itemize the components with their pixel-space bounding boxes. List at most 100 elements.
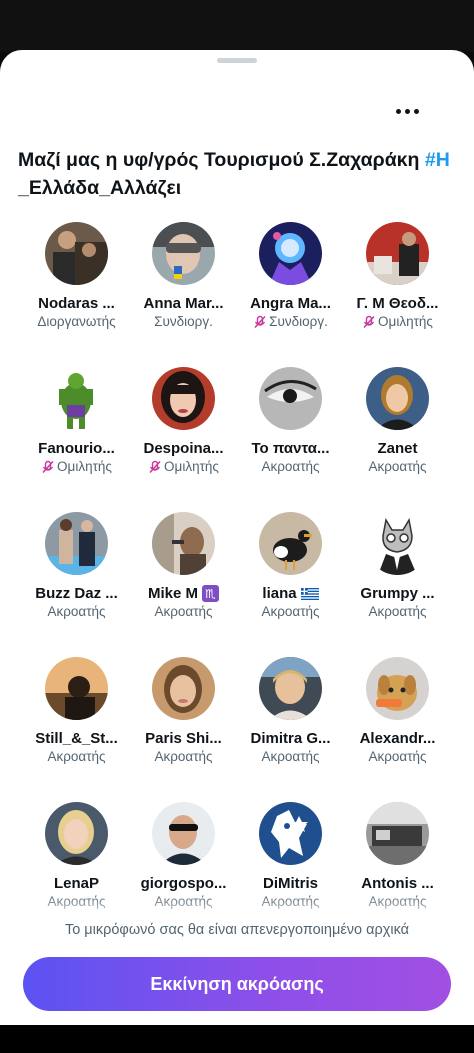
participant-role-text: Ακροατής — [47, 749, 106, 764]
participant-name-text: Zanet — [377, 440, 418, 457]
participant-name-text: Fanourio... — [38, 440, 115, 457]
participant-role: Ακροατής — [261, 749, 319, 764]
avatar — [152, 657, 215, 720]
participant-role: Ακροατής — [47, 604, 105, 619]
start-listening-button[interactable]: Εκκίνηση ακρόασης — [23, 957, 451, 1011]
mic-off-icon — [363, 315, 375, 328]
more-dots-icon — [404, 108, 410, 114]
participant-name-text: Anna Mar... — [143, 295, 224, 312]
participant-role: Ακροατής — [261, 459, 319, 474]
participant-name: Γ. Μ Θεοδ... — [357, 295, 439, 312]
space-title-main: Μαζί μας η υφ/γρός Τουρισμού Σ.Ζαχαράκη — [18, 149, 425, 171]
participant-item[interactable]: Γ. Μ Θεοδ... Ομιλητής — [344, 220, 451, 347]
participant-role: Ακροατής — [154, 604, 212, 619]
participant-role-text: Ακροατής — [261, 459, 320, 474]
participant-item[interactable]: Grumpy ... Ακροατής — [344, 510, 451, 637]
participant-name: Anna Mar... — [143, 295, 223, 312]
avatar — [366, 657, 429, 720]
participant-role: Ακροατής — [368, 459, 426, 474]
participant-name-text: Angra Ma... — [250, 295, 331, 312]
more-options-button[interactable] — [390, 100, 424, 122]
participant-item[interactable]: Το παντα... Ακροατής — [237, 365, 344, 492]
participant-role-text: Ακροατής — [154, 749, 213, 764]
participant-name-text: Antonis ... — [361, 875, 434, 892]
participant-name: Fanourio... — [38, 440, 115, 457]
participant-name: LenaP — [54, 875, 99, 892]
participant-role-text: Ακροατής — [368, 749, 427, 764]
participant-name-text: Mike M — [147, 585, 198, 602]
participant-item[interactable]: Angra Ma... Συνδιοργ. — [237, 220, 344, 347]
participant-name: Angra Ma... — [250, 295, 331, 312]
participant-role: Ακροατής — [154, 749, 212, 764]
participant-role: Ομιλητής — [41, 459, 112, 474]
participant-role-text: Συνδιοργ. — [154, 314, 213, 329]
avatar — [45, 512, 108, 575]
participant-role: Συνδιοργ. — [253, 314, 328, 329]
space-title-rest: _Ελλάδα_Αλλάζει — [18, 177, 182, 199]
list-fade — [0, 895, 474, 920]
participant-name: Paris Shi... — [145, 730, 222, 747]
avatar — [366, 222, 429, 285]
avatar — [152, 512, 215, 575]
more-dots-icon — [413, 108, 419, 114]
participant-role-text: Ομιλητής — [164, 459, 219, 474]
participant-name: Still_&_St... — [35, 730, 118, 747]
participant-item[interactable]: Dimitra G... Ακροατής — [237, 655, 344, 782]
avatar — [259, 657, 322, 720]
avatar — [45, 802, 108, 865]
avatar — [366, 367, 429, 430]
participant-name: Antonis ... — [361, 875, 434, 892]
participant-item[interactable]: Buzz Daz ... Ακροατής — [23, 510, 130, 637]
participants-grid: Nodaras ... Διοργανωτής Anna Mar... Συνδιορ… — [0, 220, 474, 927]
participant-role-text: Ακροατής — [368, 604, 427, 619]
space-sheet: Μαζί μας η υφ/γρός Τουρισμού Σ.Ζαχαράκη … — [0, 50, 474, 1025]
avatar — [45, 222, 108, 285]
avatar — [259, 222, 322, 285]
participant-item[interactable]: Nodaras ... Διοργανωτής — [23, 220, 130, 347]
avatar — [259, 512, 322, 575]
mic-off-icon — [254, 315, 266, 328]
participant-item[interactable]: Fanourio... Ομιλητής — [23, 365, 130, 492]
participant-role-text: Ακροατής — [368, 459, 427, 474]
avatar — [366, 512, 429, 575]
participant-role-text: Ακροατής — [261, 604, 320, 619]
participant-name-text: Grumpy ... — [360, 585, 435, 602]
participant-name-text: DiMitris — [262, 875, 318, 892]
participant-role: Ομιλητής — [148, 459, 219, 474]
participant-name: Despoina... — [143, 440, 223, 457]
participant-name-text: Γ. Μ Θεοδ... — [356, 295, 439, 312]
participant-item[interactable]: Despoina... Ομιλητής — [130, 365, 237, 492]
participant-item[interactable]: Still_&_St... Ακροατής — [23, 655, 130, 782]
participant-name-text: Still_&_St... — [35, 730, 118, 747]
status-bar-area — [0, 0, 474, 52]
participant-role: Ομιλητής — [362, 314, 433, 329]
avatar — [152, 367, 215, 430]
avatar — [366, 802, 429, 865]
participant-role-text: Ομιλητής — [57, 459, 112, 474]
participant-name: Buzz Daz ... — [35, 585, 118, 602]
participant-name: Το παντα... — [251, 440, 329, 457]
participant-role-text: Ακροατής — [154, 604, 213, 619]
mic-off-icon — [149, 460, 161, 473]
participant-name-text: Despoina... — [143, 440, 224, 457]
avatar — [152, 222, 215, 285]
participant-name-text: Buzz Daz ... — [35, 585, 118, 602]
hashtag-link[interactable]: #Η — [425, 149, 450, 171]
avatar — [45, 657, 108, 720]
space-title: Μαζί μας η υφ/γρός Τουρισμού Σ.Ζαχαράκη … — [18, 146, 458, 202]
participant-name-text: Nodaras ... — [38, 295, 115, 312]
scorpio-badge-icon: ♏ — [202, 585, 219, 602]
participant-item[interactable]: liana Ακροατής — [237, 510, 344, 637]
participant-role: Συνδιοργ. — [154, 314, 213, 329]
drag-handle[interactable] — [217, 58, 257, 63]
participant-name-text: Alexandr... — [359, 730, 436, 747]
avatar — [152, 802, 215, 865]
participant-item[interactable]: Alexandr... Ακροατής — [344, 655, 451, 782]
participant-name-text: LenaP — [53, 875, 99, 892]
participant-role: Ακροατής — [368, 749, 426, 764]
participant-item[interactable]: Zanet Ακροατής — [344, 365, 451, 492]
participant-item[interactable]: Anna Mar... Συνδιοργ. — [130, 220, 237, 347]
participant-item[interactable]: Paris Shi... Ακροατής — [130, 655, 237, 782]
participant-item[interactable]: Mike M ♏ Ακροατής — [130, 510, 237, 637]
participant-name-text: Το παντα... — [251, 440, 330, 457]
